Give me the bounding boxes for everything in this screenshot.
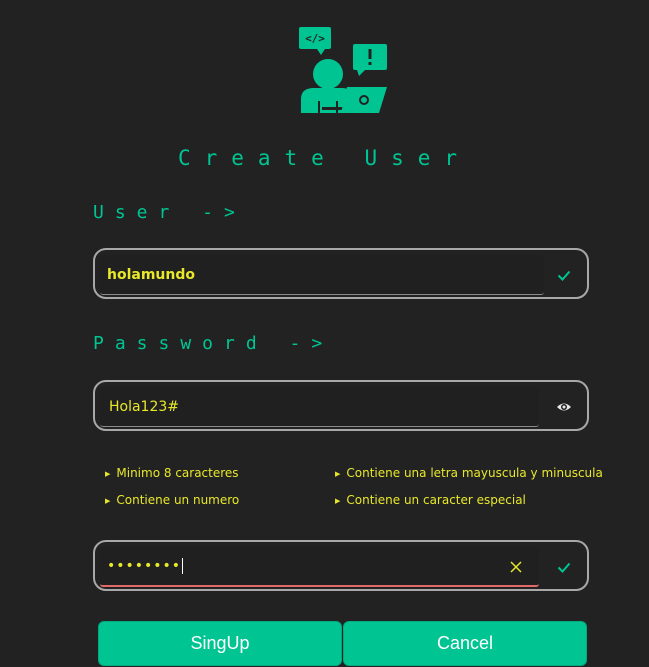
user-label: User -> bbox=[93, 202, 246, 223]
rule-case: ▶ Contiene una letra mayuscula y minuscul… bbox=[335, 466, 603, 480]
password-input[interactable]: Hola123# bbox=[100, 387, 539, 427]
clear-icon[interactable] bbox=[508, 559, 524, 575]
check-icon bbox=[557, 562, 571, 573]
bullet-icon: ▶ bbox=[105, 497, 111, 505]
svg-text:</>: </> bbox=[305, 32, 325, 45]
check-icon bbox=[557, 270, 571, 281]
confirm-field-wrapper: •••••••• bbox=[93, 540, 589, 591]
rule-text: Minimo 8 caracteres bbox=[116, 466, 239, 480]
rule-text: Contiene un caracter especial bbox=[346, 493, 526, 507]
rule-special: ▶ Contiene un caracter especial bbox=[335, 493, 526, 507]
cancel-button[interactable]: Cancel bbox=[343, 621, 587, 666]
rule-text: Contiene una letra mayuscula y minuscula bbox=[346, 466, 603, 480]
user-field-wrapper: holamundo bbox=[93, 248, 589, 299]
password-label: Password -> bbox=[93, 333, 334, 354]
developer-logo-icon: </> bbox=[299, 27, 387, 113]
eye-icon[interactable] bbox=[556, 399, 572, 415]
bullet-icon: ▶ bbox=[335, 470, 341, 478]
password-field-wrapper: Hola123# bbox=[93, 380, 589, 431]
text-caret bbox=[182, 558, 184, 574]
confirm-password-value: •••••••• bbox=[107, 558, 182, 574]
bullet-icon: ▶ bbox=[105, 470, 111, 478]
bullet-icon: ▶ bbox=[335, 497, 341, 505]
rule-text: Contiene un numero bbox=[116, 493, 240, 507]
user-input[interactable]: holamundo bbox=[100, 255, 544, 295]
rule-min-length: ▶ Minimo 8 caracteres bbox=[105, 466, 239, 480]
rule-number: ▶ Contiene un numero bbox=[105, 493, 239, 507]
confirm-password-input[interactable]: •••••••• bbox=[100, 547, 539, 587]
signup-button[interactable]: SingUp bbox=[98, 621, 342, 666]
page-title: Create User bbox=[177, 146, 472, 170]
